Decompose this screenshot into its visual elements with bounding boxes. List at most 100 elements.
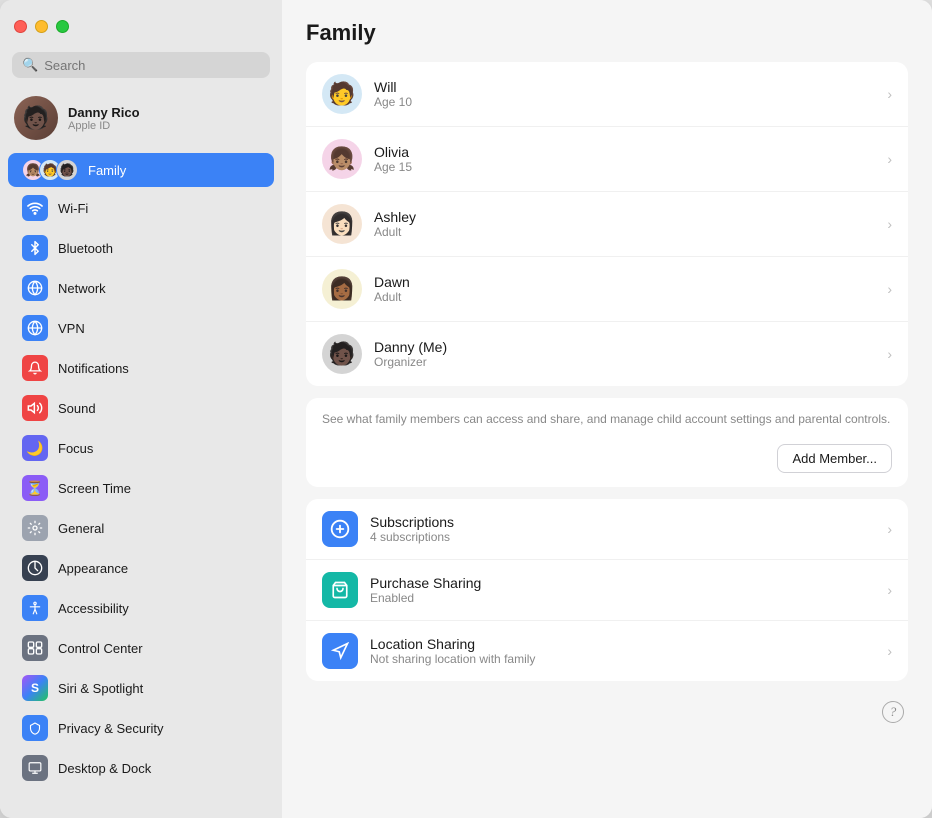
purchase-icon <box>322 572 358 608</box>
app-window: 🔍 🧑🏿 Danny Rico Apple ID 👧🏽 🧑 🧑🏿 Family <box>0 0 932 818</box>
network-icon <box>22 275 48 301</box>
sidebar-item-label-desktop: Desktop & Dock <box>58 761 151 776</box>
member-name-olivia: Olivia <box>374 144 875 160</box>
minimize-button[interactable] <box>35 20 48 33</box>
description-card: See what family members can access and s… <box>306 398 908 487</box>
sidebar-item-screentime[interactable]: ⏳ Screen Time <box>8 469 274 507</box>
service-row-location[interactable]: Location Sharing Not sharing location wi… <box>306 621 908 681</box>
member-info-will: Will Age 10 <box>374 79 875 109</box>
service-name-purchase: Purchase Sharing <box>370 575 875 591</box>
member-subtitle-will: Age 10 <box>374 95 875 109</box>
sidebar-item-notifications[interactable]: Notifications <box>8 349 274 387</box>
sidebar-item-wifi[interactable]: Wi-Fi <box>8 189 274 227</box>
user-section[interactable]: 🧑🏿 Danny Rico Apple ID <box>0 88 282 148</box>
sidebar-item-label-focus: Focus <box>58 441 93 456</box>
sidebar-item-label-controlcenter: Control Center <box>58 641 143 656</box>
sidebar-item-desktop[interactable]: Desktop & Dock <box>8 749 274 787</box>
service-info-purchase: Purchase Sharing Enabled <box>370 575 875 605</box>
chevron-right-icon: › <box>887 582 892 598</box>
member-avatar-olivia: 👧🏽 <box>322 139 362 179</box>
member-avatar-danny: 🧑🏿 <box>322 334 362 374</box>
member-name-will: Will <box>374 79 875 95</box>
sidebar-item-label-general: General <box>58 521 104 536</box>
member-row-dawn[interactable]: 👩🏾 Dawn Adult › <box>306 257 908 322</box>
vpn-icon <box>22 315 48 341</box>
sidebar-item-label-bluetooth: Bluetooth <box>58 241 113 256</box>
family-icon: 👧🏽 🧑 🧑🏿 <box>22 159 78 181</box>
member-name-ashley: Ashley <box>374 209 875 225</box>
accessibility-icon <box>22 595 48 621</box>
sidebar-item-label-network: Network <box>58 281 106 296</box>
sidebar-item-sound[interactable]: Sound <box>8 389 274 427</box>
member-row-ashley[interactable]: 👩🏻 Ashley Adult › <box>306 192 908 257</box>
sidebar-item-label-siri: Siri & Spotlight <box>58 681 143 696</box>
service-row-purchase[interactable]: Purchase Sharing Enabled › <box>306 560 908 621</box>
member-info-dawn: Dawn Adult <box>374 274 875 304</box>
service-subtitle-subscriptions: 4 subscriptions <box>370 530 875 544</box>
user-info: Danny Rico Apple ID <box>68 105 140 132</box>
sidebar-item-bluetooth[interactable]: Bluetooth <box>8 229 274 267</box>
sidebar-item-label-sound: Sound <box>58 401 96 416</box>
sidebar-item-controlcenter[interactable]: Control Center <box>8 629 274 667</box>
sidebar-item-label-privacy: Privacy & Security <box>58 721 163 736</box>
sidebar-item-siri[interactable]: S Siri & Spotlight <box>8 669 274 707</box>
chevron-right-icon: › <box>887 281 892 297</box>
sidebar-item-label-family: Family <box>88 163 126 178</box>
member-row-olivia[interactable]: 👧🏽 Olivia Age 15 › <box>306 127 908 192</box>
notifications-icon <box>22 355 48 381</box>
controlcenter-icon <box>22 635 48 661</box>
titlebar <box>0 0 282 52</box>
chevron-right-icon: › <box>887 151 892 167</box>
sidebar-item-network[interactable]: Network <box>8 269 274 307</box>
subscriptions-icon <box>322 511 358 547</box>
chevron-right-icon: › <box>887 643 892 659</box>
focus-icon: 🌙 <box>22 435 48 461</box>
member-info-ashley: Ashley Adult <box>374 209 875 239</box>
cluster-3: 🧑🏿 <box>56 159 78 181</box>
member-subtitle-olivia: Age 15 <box>374 160 875 174</box>
service-info-location: Location Sharing Not sharing location wi… <box>370 636 875 666</box>
sidebar-item-focus[interactable]: 🌙 Focus <box>8 429 274 467</box>
description-text: See what family members can access and s… <box>306 398 908 436</box>
page-title: Family <box>306 20 908 46</box>
add-member-button[interactable]: Add Member... <box>777 444 892 473</box>
member-subtitle-danny: Organizer <box>374 355 875 369</box>
service-name-subscriptions: Subscriptions <box>370 514 875 530</box>
chevron-right-icon: › <box>887 521 892 537</box>
family-members-card: 🧑 Will Age 10 › 👧🏽 Olivia Age 15 › 👩🏻 <box>306 62 908 386</box>
service-row-subscriptions[interactable]: Subscriptions 4 subscriptions › <box>306 499 908 560</box>
member-row-danny[interactable]: 🧑🏿 Danny (Me) Organizer › <box>306 322 908 386</box>
general-icon <box>22 515 48 541</box>
search-icon: 🔍 <box>22 57 38 73</box>
sidebar-item-label-notifications: Notifications <box>58 361 129 376</box>
user-subtitle: Apple ID <box>68 120 140 132</box>
search-input[interactable] <box>44 58 260 73</box>
sidebar-item-accessibility[interactable]: Accessibility <box>8 589 274 627</box>
services-card: Subscriptions 4 subscriptions › Purchase… <box>306 499 908 681</box>
sidebar-item-vpn[interactable]: VPN <box>8 309 274 347</box>
help-row: ? <box>306 693 908 731</box>
member-name-dawn: Dawn <box>374 274 875 290</box>
member-row-will[interactable]: 🧑 Will Age 10 › <box>306 62 908 127</box>
sidebar-item-label-accessibility: Accessibility <box>58 601 129 616</box>
member-subtitle-dawn: Adult <box>374 290 875 304</box>
sidebar-item-family[interactable]: 👧🏽 🧑 🧑🏿 Family <box>8 153 274 187</box>
sidebar-item-privacy[interactable]: Privacy & Security <box>8 709 274 747</box>
user-name: Danny Rico <box>68 105 140 120</box>
help-button[interactable]: ? <box>882 701 904 723</box>
service-subtitle-purchase: Enabled <box>370 591 875 605</box>
sidebar-item-appearance[interactable]: Appearance <box>8 549 274 587</box>
chevron-right-icon: › <box>887 86 892 102</box>
avatar: 🧑🏿 <box>14 96 58 140</box>
close-button[interactable] <box>14 20 27 33</box>
sidebar-item-label-appearance: Appearance <box>58 561 128 576</box>
sidebar-item-general[interactable]: General <box>8 509 274 547</box>
fullscreen-button[interactable] <box>56 20 69 33</box>
search-bar[interactable]: 🔍 <box>12 52 270 78</box>
chevron-right-icon: › <box>887 346 892 362</box>
main-content: Family 🧑 Will Age 10 › 👧🏽 Olivia Age 15 … <box>282 0 932 818</box>
member-info-danny: Danny (Me) Organizer <box>374 339 875 369</box>
wifi-icon <box>22 195 48 221</box>
sidebar-item-label-vpn: VPN <box>58 321 85 336</box>
service-info-subscriptions: Subscriptions 4 subscriptions <box>370 514 875 544</box>
